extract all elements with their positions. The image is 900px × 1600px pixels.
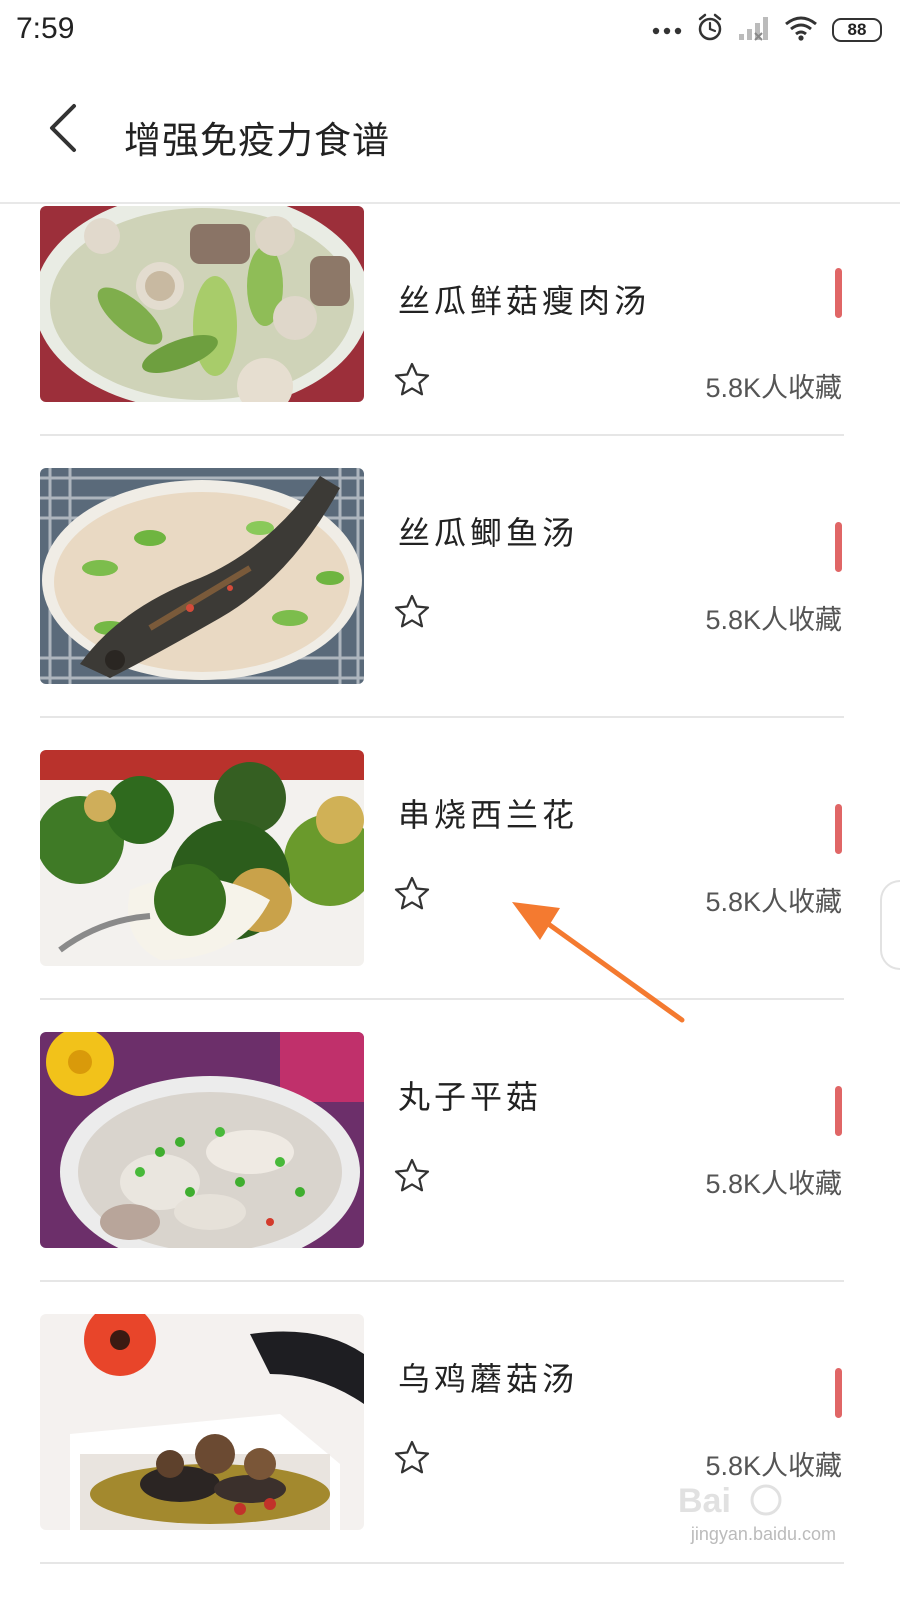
recipe-image[interactable]: [40, 468, 364, 684]
recipe-name[interactable]: 乌鸡蘑菇汤: [398, 1354, 578, 1400]
status-icons: 88: [652, 13, 882, 47]
status-time: 7:59: [16, 12, 75, 45]
star-icon[interactable]: [392, 360, 432, 400]
star-icon[interactable]: [392, 1156, 432, 1196]
divider: [40, 1562, 844, 1564]
favorite-count: 5.8K人收藏: [705, 887, 842, 917]
wifi-icon: [784, 15, 818, 45]
battery-icon: 88: [832, 18, 882, 42]
star-icon[interactable]: [392, 1438, 432, 1478]
favorite-count: 5.8K人收藏: [705, 1169, 842, 1199]
recipe-name[interactable]: 串烧西兰花: [398, 790, 578, 836]
recipe-image[interactable]: [40, 1314, 364, 1530]
recipe-name[interactable]: 丝瓜鲜菇瘦肉汤: [398, 276, 650, 322]
favorite-count: 5.8K人收藏: [705, 605, 842, 635]
accent-mark: [835, 522, 842, 572]
recipe-image[interactable]: [40, 750, 364, 966]
recipe-image[interactable]: [40, 1032, 364, 1248]
signal-icon: [738, 15, 770, 45]
recipe-name[interactable]: 丸子平菇: [398, 1072, 542, 1118]
recipe-image[interactable]: [40, 206, 364, 402]
recipe-item[interactable]: 丸子平菇 5.8K人收藏: [0, 1000, 900, 1282]
recipe-item[interactable]: 丝瓜鲫鱼汤 5.8K人收藏: [0, 436, 900, 718]
more-dots-icon: [652, 21, 682, 40]
star-icon[interactable]: [392, 874, 432, 914]
recipe-item[interactable]: 串烧西兰花 5.8K人收藏: [0, 718, 900, 1000]
side-handle[interactable]: [880, 880, 900, 970]
back-button[interactable]: [36, 98, 96, 158]
star-icon[interactable]: [392, 592, 432, 632]
recipe-list: 丝瓜鲜菇瘦肉汤 5.8K人收藏 丝瓜鲫鱼汤 5.8K人收藏 串烧西兰花 5.8K…: [0, 204, 900, 1564]
svg-text:Bai: Bai: [678, 1482, 731, 1520]
chevron-left-icon: [50, 104, 76, 152]
recipe-name[interactable]: 丝瓜鲫鱼汤: [398, 508, 578, 554]
status-bar: 7:59 88: [0, 0, 900, 62]
favorite-count: 5.8K人收藏: [705, 373, 842, 403]
alarm-icon: [696, 13, 724, 47]
header: 增强免疫力食谱: [0, 62, 900, 204]
watermark-text: jingyan.baidu.com: [690, 1524, 836, 1544]
accent-mark: [835, 804, 842, 854]
accent-mark: [835, 268, 842, 318]
accent-mark: [835, 1086, 842, 1136]
page-title: 增强免疫力食谱: [124, 119, 390, 162]
recipe-item[interactable]: 丝瓜鲜菇瘦肉汤 5.8K人收藏: [0, 204, 900, 436]
accent-mark: [835, 1368, 842, 1418]
